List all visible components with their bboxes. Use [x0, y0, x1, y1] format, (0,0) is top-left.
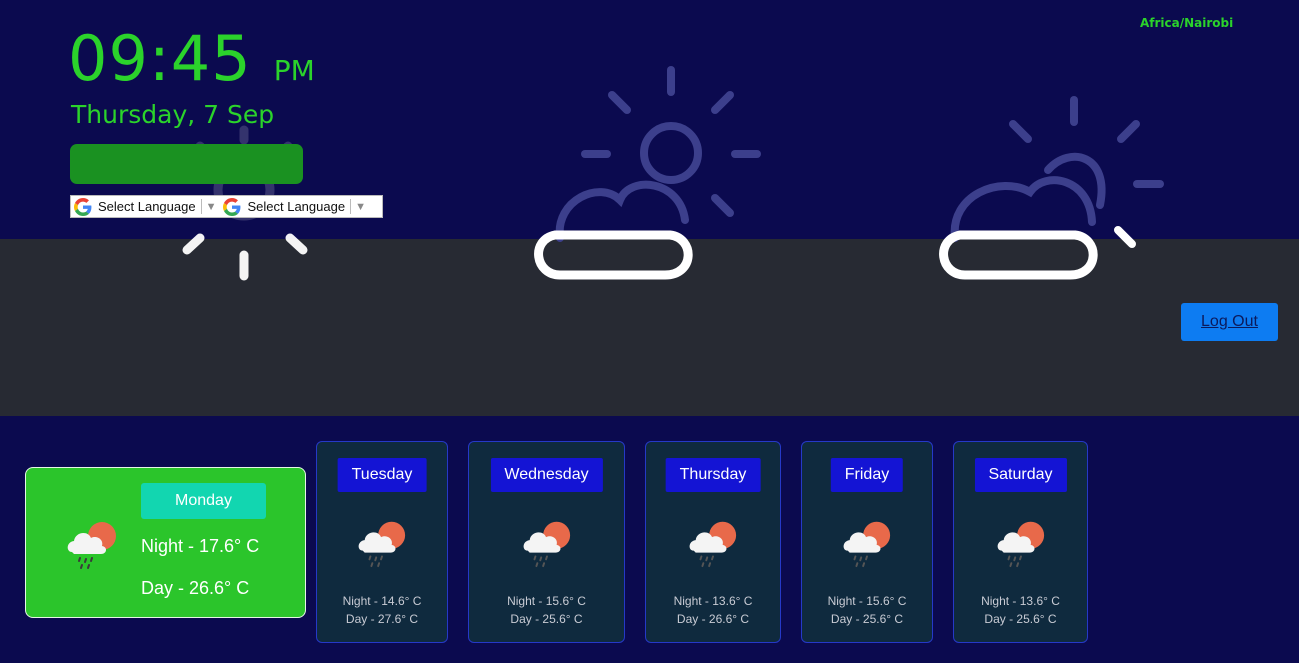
rain-sun-cloud-icon	[358, 521, 406, 568]
middle-band	[0, 239, 1299, 416]
today-night-temp: Night - 17.6° C	[141, 536, 260, 556]
today-weather-card: Monday Night - 17.6° C Day - 26.6° C	[25, 467, 306, 618]
forecast-day-label: Saturday	[974, 458, 1067, 492]
forecast-night-temp: Night - 15.6° C	[827, 594, 907, 608]
rain-sun-cloud-icon	[689, 521, 737, 568]
forecast-day-temp: Day - 26.6° C	[676, 612, 750, 626]
clock-time: 09:45	[68, 22, 252, 95]
forecast-night-temp: Night - 13.6° C	[981, 594, 1060, 608]
forecast-card-friday: Friday Night - 15.6° C Day - 25.6° C	[801, 441, 933, 643]
forecast-card-tuesday: Tuesday Night - 14.6° C Day - 27.6° C	[316, 441, 448, 643]
dropdown-arrow-icon: ▼	[205, 200, 217, 213]
clock-ampm: PM	[273, 54, 315, 87]
forecast-card-wednesday: Wednesday Night - 15.6° C Day - 25.6° C	[468, 441, 625, 643]
forecast-card-thursday: Thursday Night - 13.6° C Day - 26.6° C	[645, 441, 781, 643]
forecast-day-temp: Day - 25.6° C	[510, 612, 583, 626]
rain-sun-cloud-icon	[67, 522, 116, 569]
forecast-night-temp: Night - 13.6° C	[673, 594, 753, 608]
forecast-day-temp: Day - 25.6° C	[984, 612, 1057, 626]
forecast-day-label: Tuesday	[337, 458, 427, 492]
forecast-night-temp: Night - 14.6° C	[342, 594, 422, 608]
timezone-label: Africa/Nairobi	[1140, 16, 1234, 30]
forecast-card-saturday: Saturday Night - 13.6° C Day - 25.6° C	[953, 441, 1088, 643]
current-date: Thursday, 7 Sep	[71, 100, 275, 129]
language-select-2[interactable]: Select Language ▼	[220, 197, 369, 216]
language-select-1[interactable]: Select Language ▼	[71, 197, 220, 216]
divider	[350, 199, 352, 214]
language-select-2-label: Select Language	[247, 199, 346, 214]
divider	[200, 199, 202, 214]
google-icon	[74, 197, 92, 216]
logout-button[interactable]: Log Out	[1181, 303, 1278, 341]
google-icon	[223, 197, 241, 216]
today-day-temp: Day - 26.6° C	[141, 578, 250, 598]
rain-sun-cloud-icon	[523, 521, 570, 568]
forecast-day-label: Friday	[830, 458, 904, 492]
rain-sun-cloud-icon	[843, 521, 891, 568]
today-day-label: Monday	[141, 483, 266, 519]
forecast-day-label: Wednesday	[490, 458, 603, 492]
forecast-day-label: Thursday	[665, 458, 761, 492]
forecast-day-temp: Day - 25.6° C	[830, 612, 904, 626]
language-select-1-label: Select Language	[98, 199, 196, 214]
forecast-day-temp: Day - 27.6° C	[345, 612, 419, 626]
status-bar	[70, 144, 303, 184]
rain-sun-cloud-icon	[997, 521, 1044, 568]
language-selector: Select Language ▼ Select Language ▼	[70, 195, 383, 218]
forecast-night-temp: Night - 15.6° C	[507, 594, 586, 608]
dropdown-arrow-icon: ▼	[355, 200, 366, 213]
clock: 09:45 PM	[68, 22, 315, 95]
